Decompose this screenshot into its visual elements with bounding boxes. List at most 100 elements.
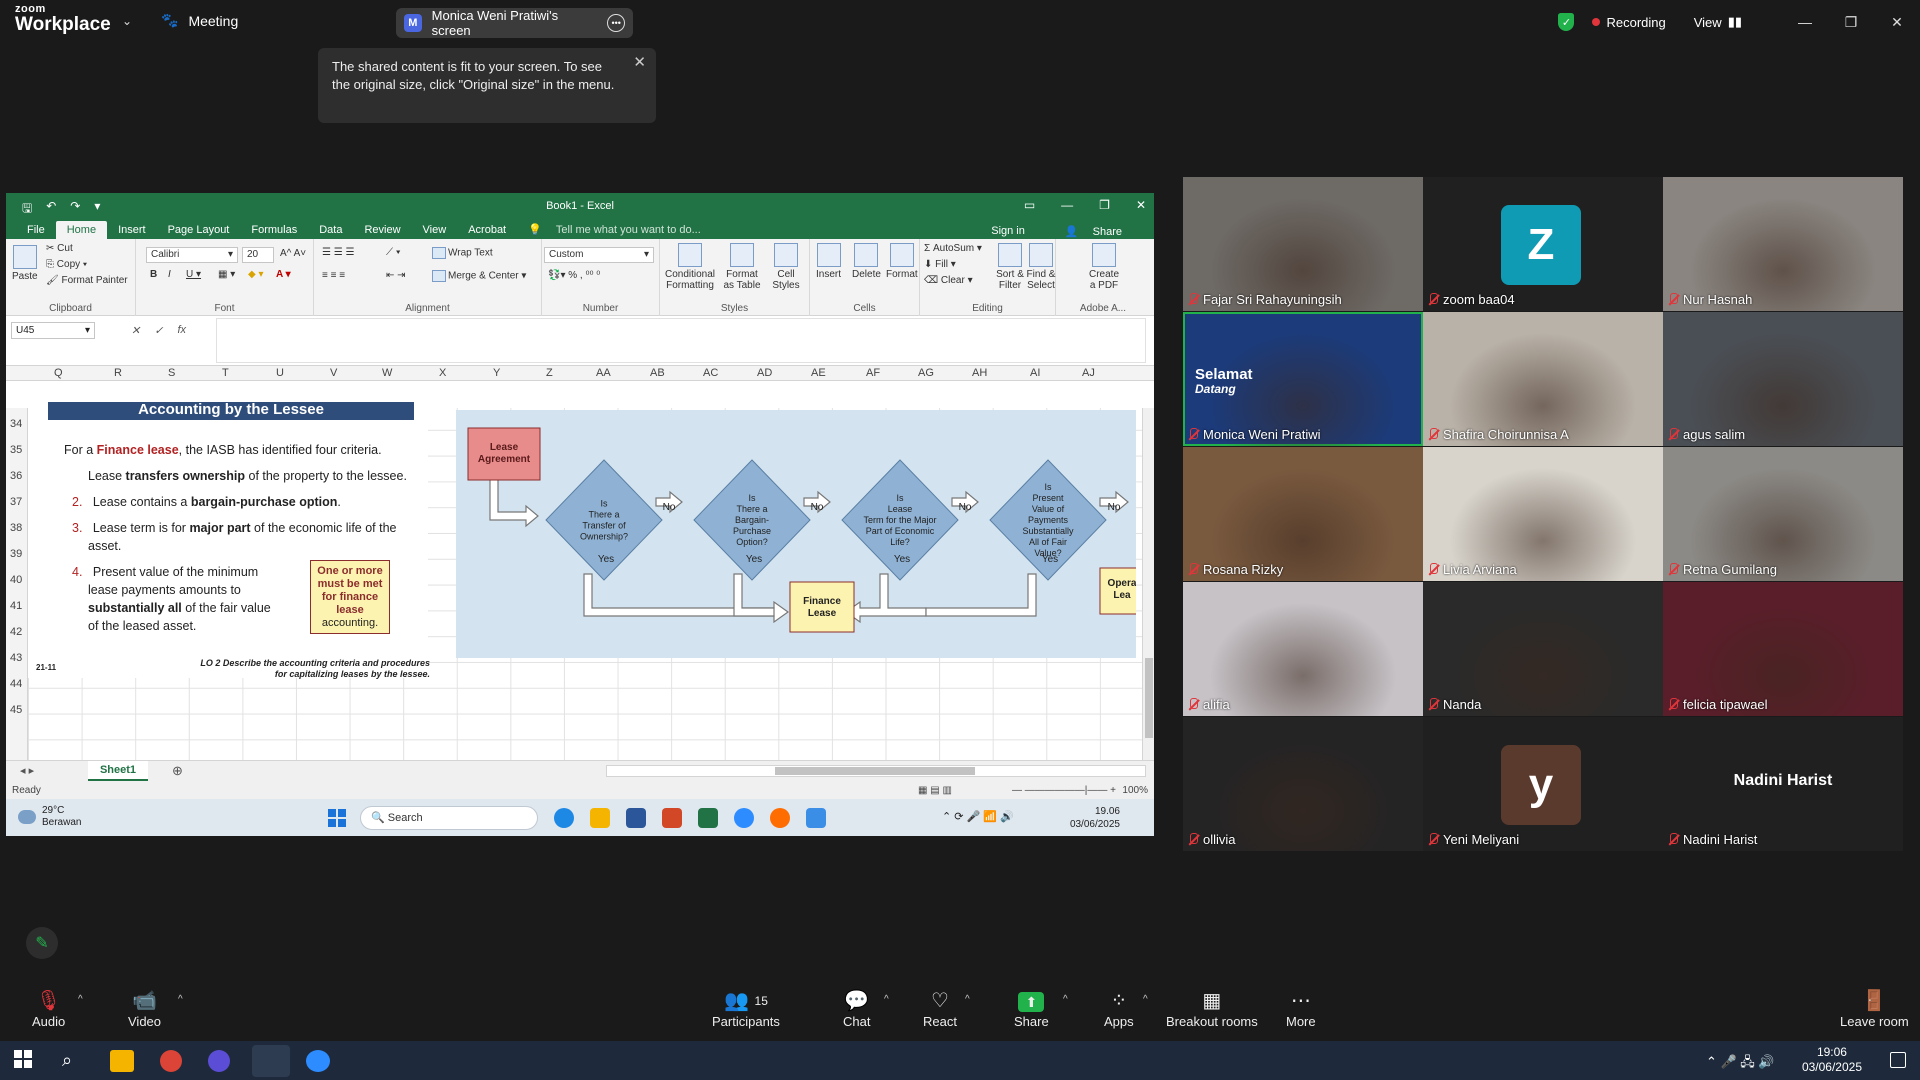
conditional-formatting-button[interactable]: Conditional Formatting xyxy=(664,243,716,291)
apps-options-caret[interactable]: ^ xyxy=(1143,994,1148,1005)
ribbon-display-icon[interactable]: ▭ xyxy=(1024,198,1035,212)
recording-indicator[interactable]: Recording xyxy=(1592,15,1666,30)
chevron-down-icon[interactable]: ⌄ xyxy=(122,14,132,28)
video-button[interactable]: 📹 Video xyxy=(128,988,161,1029)
horizontal-scrollbar[interactable] xyxy=(606,765,1146,777)
word-icon[interactable] xyxy=(626,808,646,828)
column-header[interactable]: W xyxy=(382,367,392,379)
tab-formulas[interactable]: Formulas xyxy=(240,221,308,239)
windows-start-button[interactable] xyxy=(14,1050,38,1072)
vertical-scroll-thumb[interactable] xyxy=(1145,658,1153,738)
paste-button[interactable]: Paste xyxy=(12,245,38,282)
close-button[interactable]: ✕ xyxy=(1874,14,1920,31)
row-header[interactable]: 39 xyxy=(10,548,22,560)
chat-button[interactable]: 💬 Chat xyxy=(843,988,870,1029)
tab-home[interactable]: Home xyxy=(55,221,108,239)
leave-room-button[interactable]: 🚪 Leave room xyxy=(1840,988,1909,1029)
font-color-button[interactable]: A ▾ xyxy=(276,269,291,280)
participants-button[interactable]: 👥 15 Participants xyxy=(712,988,780,1029)
horizontal-scroll-thumb[interactable] xyxy=(775,767,975,775)
column-header[interactable]: AD xyxy=(757,367,772,379)
row-header[interactable]: 35 xyxy=(10,444,22,456)
row-header[interactable]: 36 xyxy=(10,470,22,482)
font-grow-icon[interactable]: A^ A˅ xyxy=(280,248,306,259)
row-header[interactable]: 45 xyxy=(10,704,22,716)
font-name-select[interactable]: Calibri ▾ xyxy=(146,247,238,263)
zoom-slider[interactable]: — ——————|—— + xyxy=(1012,782,1116,799)
participant-tile[interactable]: agus salim xyxy=(1663,312,1903,446)
clear-button[interactable]: ⌫ Clear ▾ xyxy=(924,275,973,286)
search-icon[interactable]: ⌕ xyxy=(62,1050,86,1072)
cancel-formula-icon[interactable]: ✕ xyxy=(131,324,140,337)
excel-minimize-icon[interactable]: — xyxy=(1061,198,1073,212)
participant-tile[interactable]: Shafira Choirunnisa A xyxy=(1423,312,1663,446)
notifications-icon[interactable] xyxy=(1890,1052,1906,1068)
row-header[interactable]: 41 xyxy=(10,600,22,612)
photos-icon[interactable] xyxy=(806,808,826,828)
more-options-icon[interactable]: ••• xyxy=(607,14,625,32)
participant-tile[interactable]: y Yeni Meliyani xyxy=(1423,717,1663,851)
share-screen-button[interactable]: ⬆ Share xyxy=(1014,988,1049,1029)
zoom-app-icon[interactable] xyxy=(734,808,754,828)
copy-button[interactable]: ⎘ Copy ▾ xyxy=(46,259,87,270)
taskbar-clock[interactable]: 19:06 03/06/2025 xyxy=(1802,1045,1862,1075)
fill-color-button[interactable]: ◆ ▾ xyxy=(248,269,264,280)
sheet-tab[interactable]: Sheet1 xyxy=(88,761,148,781)
borders-button[interactable]: ▦ ▾ xyxy=(218,269,235,280)
participant-tile[interactable]: alifia xyxy=(1183,582,1423,716)
column-header[interactable]: AF xyxy=(866,367,880,379)
react-button[interactable]: ♡ React xyxy=(923,988,957,1029)
minimize-button[interactable]: — xyxy=(1782,14,1828,30)
participant-tile[interactable]: Fajar Sri Rahayuningsih xyxy=(1183,177,1423,311)
cell-styles-button[interactable]: Cell Styles xyxy=(766,243,806,291)
vertical-scrollbar[interactable] xyxy=(1142,408,1154,760)
autosum-button[interactable]: Σ AutoSum ▾ xyxy=(924,243,982,254)
participant-tile[interactable]: Zzoom baa04 xyxy=(1423,177,1663,311)
sheet-nav-icons[interactable]: ◂ ▸ xyxy=(20,764,34,777)
close-tooltip-icon[interactable]: ✕ xyxy=(633,54,646,72)
enter-formula-icon[interactable]: ✓ xyxy=(154,324,163,337)
file-explorer-icon[interactable] xyxy=(110,1050,134,1072)
tell-me-box[interactable]: 💡 Tell me what you want to do... xyxy=(517,220,723,239)
delete-cells-button[interactable]: Delete xyxy=(852,243,881,280)
formula-input[interactable] xyxy=(216,318,1146,363)
column-header[interactable]: U xyxy=(276,367,284,379)
number-format-icons[interactable]: 💱▾ % , ⁰⁰ ⁰ xyxy=(548,270,600,281)
column-header[interactable]: AB xyxy=(650,367,665,379)
format-cells-button[interactable]: Format xyxy=(886,243,918,280)
column-header[interactable]: R xyxy=(114,367,122,379)
column-header[interactable]: X xyxy=(439,367,446,379)
system-tray-icons[interactable]: ⌃ ⟳ 🎤 📶 🔊 xyxy=(942,810,1014,823)
zoom-taskbar-icon[interactable] xyxy=(306,1050,330,1072)
share-options-caret[interactable]: ^ xyxy=(1063,994,1068,1005)
participant-tile[interactable]: Nadini Harist Nadini Harist xyxy=(1663,717,1903,851)
find-select-button[interactable]: Find & Select xyxy=(1026,243,1056,291)
shared-screen-indicator[interactable]: M Monica Weni Pratiwi's screen ••• xyxy=(396,8,633,38)
file-explorer-icon[interactable] xyxy=(590,808,610,828)
video-options-caret[interactable]: ^ xyxy=(178,994,183,1005)
view-button[interactable]: View ▮▮ xyxy=(1694,14,1742,30)
excel-close-icon[interactable]: ✕ xyxy=(1136,198,1146,212)
italic-button[interactable]: I xyxy=(168,269,171,280)
create-pdf-button[interactable]: Create a PDF xyxy=(1086,243,1122,291)
column-header[interactable]: Q xyxy=(54,367,63,379)
excel-icon[interactable] xyxy=(698,808,718,828)
row-header[interactable]: 34 xyxy=(10,418,22,430)
react-options-caret[interactable]: ^ xyxy=(965,994,970,1005)
breakout-rooms-button[interactable]: ▦ Breakout rooms xyxy=(1166,988,1258,1029)
column-header[interactable]: AH xyxy=(972,367,987,379)
insert-function-icon[interactable]: fx xyxy=(177,324,186,337)
indent-icons[interactable]: ⇤ ⇥ xyxy=(386,270,406,281)
participant-tile[interactable]: Livia Arviana xyxy=(1423,447,1663,581)
windows-start-icon[interactable] xyxy=(328,809,346,827)
cut-button[interactable]: ✂ Cut xyxy=(46,243,73,254)
excel-restore-icon[interactable]: ❐ xyxy=(1099,198,1110,212)
sort-filter-button[interactable]: Sort & Filter xyxy=(996,243,1024,291)
name-box[interactable]: U45 ▾ xyxy=(11,322,95,339)
horizontal-align-icons[interactable]: ≡ ≡ ≡ xyxy=(322,270,345,281)
chrome-active-icon[interactable] xyxy=(252,1045,290,1077)
participant-tile[interactable]: felicia tipawael xyxy=(1663,582,1903,716)
participant-tile[interactable]: ollivia xyxy=(1183,717,1423,851)
fill-button[interactable]: ⬇ Fill ▾ xyxy=(924,259,956,270)
edge-icon[interactable] xyxy=(554,808,574,828)
